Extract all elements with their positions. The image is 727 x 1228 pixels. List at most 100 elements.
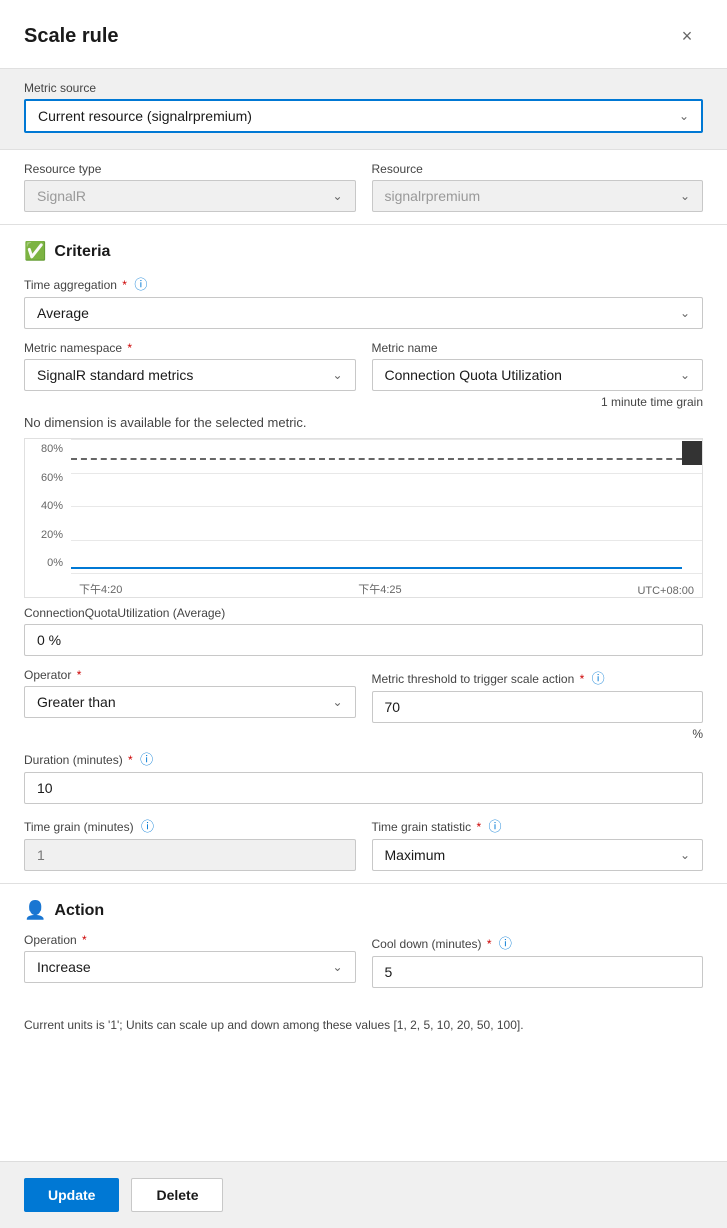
time-grain-minutes-label: Time grain (minutes) ⓘ bbox=[24, 816, 356, 835]
gridline-25 bbox=[71, 473, 702, 474]
time-grain-info-icon[interactable]: ⓘ bbox=[141, 819, 154, 834]
duration-input[interactable] bbox=[24, 772, 703, 804]
time-aggregation-value: Average bbox=[37, 305, 89, 321]
criteria-icon: ✅ bbox=[24, 241, 46, 262]
chart-y-label-20: 20% bbox=[27, 529, 67, 541]
resource-type-chevron-icon: ⌄ bbox=[332, 189, 342, 203]
gridline-50 bbox=[71, 506, 702, 507]
connection-quota-label: ConnectionQuotaUtilization (Average) bbox=[24, 606, 703, 620]
chart-y-label-0: 0% bbox=[27, 557, 67, 569]
metric-threshold-input[interactable] bbox=[372, 691, 704, 723]
time-aggregation-info-icon[interactable]: ⓘ bbox=[134, 277, 147, 292]
grain-note: 1 minute time grain bbox=[24, 395, 703, 409]
metric-namespace-value: SignalR standard metrics bbox=[37, 367, 193, 383]
operation-label: Operation * bbox=[24, 933, 356, 947]
cool-down-info-icon[interactable]: ⓘ bbox=[499, 936, 512, 951]
close-button[interactable]: × bbox=[671, 20, 703, 52]
operator-dropdown[interactable]: Greater than ⌄ bbox=[24, 686, 356, 718]
resource-chevron-icon: ⌄ bbox=[680, 189, 690, 203]
chart-area: 80% 60% 40% 20% 0% bbox=[24, 438, 703, 598]
action-section: 👤 Action Operation * Increase ⌄ Cool dow… bbox=[0, 884, 727, 1008]
gridline-75 bbox=[71, 540, 702, 541]
cool-down-input[interactable] bbox=[372, 956, 704, 988]
time-aggregation-dropdown[interactable]: Average ⌄ bbox=[24, 297, 703, 329]
time-grain-minutes-field: Time grain (minutes) ⓘ bbox=[24, 816, 356, 871]
metric-source-section: Metric source Current resource (signalrp… bbox=[0, 69, 727, 149]
time-grain-statistic-dropdown[interactable]: Maximum ⌄ bbox=[372, 839, 704, 871]
duration-info-icon[interactable]: ⓘ bbox=[140, 752, 153, 767]
metric-row: Metric namespace * SignalR standard metr… bbox=[24, 341, 703, 391]
action-heading: 👤 Action bbox=[24, 900, 703, 921]
required-star-mt: * bbox=[580, 672, 585, 686]
scale-rule-panel: Scale rule × Metric source Current resou… bbox=[0, 0, 727, 1228]
resource-type-field: Resource type SignalR ⌄ bbox=[24, 162, 356, 212]
time-aggregation-label: Time aggregation * ⓘ bbox=[24, 274, 703, 293]
resource-type-dropdown[interactable]: SignalR ⌄ bbox=[24, 180, 356, 212]
time-grain-statistic-value: Maximum bbox=[385, 847, 446, 863]
chart-inner bbox=[71, 439, 702, 573]
required-star-op2: * bbox=[82, 933, 87, 947]
panel-title: Scale rule bbox=[24, 25, 119, 48]
chart-y-label-40: 40% bbox=[27, 500, 67, 512]
gridline-top bbox=[71, 439, 702, 440]
time-grain-statistic-info-icon[interactable]: ⓘ bbox=[488, 819, 501, 834]
duration-field: Duration (minutes) * ⓘ bbox=[24, 749, 703, 804]
dimension-note: No dimension is available for the select… bbox=[24, 415, 703, 430]
metric-namespace-chevron-icon: ⌄ bbox=[332, 368, 342, 382]
time-grain-minutes-input bbox=[24, 839, 356, 871]
metric-name-value: Connection Quota Utilization bbox=[385, 367, 562, 383]
time-grain-row: Time grain (minutes) ⓘ Time grain statis… bbox=[24, 816, 703, 871]
operation-chevron-icon: ⌄ bbox=[332, 960, 342, 974]
metric-threshold-info-icon[interactable]: ⓘ bbox=[592, 671, 605, 686]
metric-threshold-label: Metric threshold to trigger scale action… bbox=[372, 668, 704, 687]
required-star-tgs: * bbox=[476, 820, 481, 834]
operation-value: Increase bbox=[37, 959, 91, 975]
action-heading-text: Action bbox=[54, 902, 104, 920]
resource-type-value: SignalR bbox=[37, 188, 86, 204]
chart-x-label-tz: UTC+08:00 bbox=[637, 585, 694, 597]
required-star-op: * bbox=[77, 668, 82, 682]
resource-dropdown[interactable]: signalrpremium ⌄ bbox=[372, 180, 704, 212]
metric-name-label: Metric name bbox=[372, 341, 704, 355]
resource-row: Resource type SignalR ⌄ Resource signalr… bbox=[0, 150, 727, 224]
time-grain-statistic-field: Time grain statistic * ⓘ Maximum ⌄ bbox=[372, 816, 704, 871]
chart-dashed-threshold-line bbox=[71, 458, 702, 460]
operator-chevron-icon: ⌄ bbox=[332, 695, 342, 709]
time-grain-statistic-chevron-icon: ⌄ bbox=[680, 848, 690, 862]
metric-name-chevron-icon: ⌄ bbox=[680, 368, 690, 382]
operation-cooldown-row: Operation * Increase ⌄ Cool down (minute… bbox=[24, 933, 703, 988]
operator-field: Operator * Greater than ⌄ bbox=[24, 668, 356, 723]
chart-y-label-60: 60% bbox=[27, 472, 67, 484]
chart-x-label-1: 下午4:20 bbox=[79, 581, 122, 597]
time-grain-statistic-label: Time grain statistic * ⓘ bbox=[372, 816, 704, 835]
required-star-ns: * bbox=[127, 341, 132, 355]
chart-data-line bbox=[71, 567, 682, 569]
chart-scroll-indicator[interactable] bbox=[682, 441, 702, 465]
resource-value: signalrpremium bbox=[385, 188, 481, 204]
percent-note: % bbox=[24, 727, 703, 741]
time-aggregation-chevron-icon: ⌄ bbox=[680, 306, 690, 320]
time-aggregation-field: Time aggregation * ⓘ Average ⌄ bbox=[24, 274, 703, 329]
operator-threshold-row: Operator * Greater than ⌄ Metric thresho… bbox=[24, 668, 703, 723]
metric-name-dropdown[interactable]: Connection Quota Utilization ⌄ bbox=[372, 359, 704, 391]
criteria-heading-text: Criteria bbox=[54, 243, 110, 261]
footer-buttons: Update Delete bbox=[0, 1161, 727, 1228]
resource-field: Resource signalrpremium ⌄ bbox=[372, 162, 704, 212]
panel-header: Scale rule × bbox=[0, 0, 727, 68]
update-button[interactable]: Update bbox=[24, 1178, 119, 1212]
chart-y-label-80: 80% bbox=[27, 443, 67, 455]
delete-button[interactable]: Delete bbox=[131, 1178, 223, 1212]
metric-namespace-dropdown[interactable]: SignalR standard metrics ⌄ bbox=[24, 359, 356, 391]
connection-quota-input[interactable] bbox=[24, 624, 703, 656]
chart-y-labels: 80% 60% 40% 20% 0% bbox=[25, 439, 71, 573]
metric-source-dropdown[interactable]: Current resource (signalrpremium) ⌄ bbox=[24, 99, 703, 133]
cool-down-field: Cool down (minutes) * ⓘ bbox=[372, 933, 704, 988]
required-star-dur: * bbox=[128, 753, 133, 767]
criteria-section: ✅ Criteria Time aggregation * ⓘ Average … bbox=[0, 225, 727, 883]
metric-source-chevron-icon: ⌄ bbox=[679, 109, 689, 123]
footer-note: Current units is '1'; Units can scale up… bbox=[0, 1008, 727, 1034]
required-star-cd: * bbox=[487, 937, 492, 951]
operator-value: Greater than bbox=[37, 694, 116, 710]
operation-dropdown[interactable]: Increase ⌄ bbox=[24, 951, 356, 983]
resource-label: Resource bbox=[372, 162, 704, 176]
